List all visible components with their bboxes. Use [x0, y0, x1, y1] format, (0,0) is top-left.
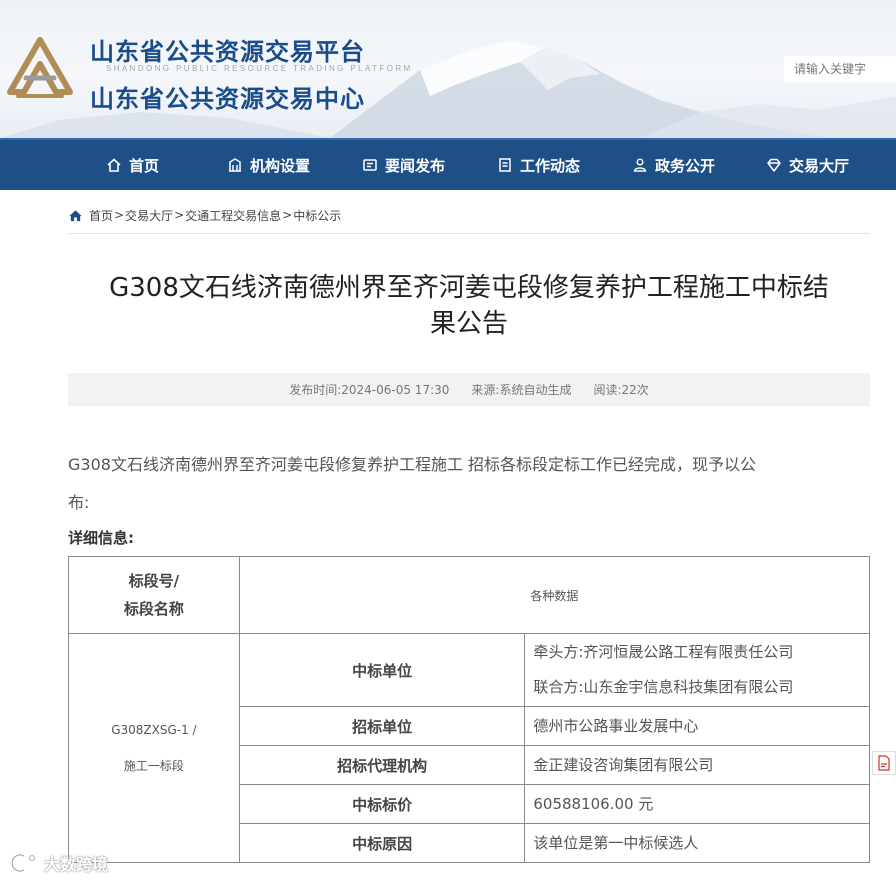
brand-c-icon: [10, 853, 35, 873]
table-row: G308ZXSG-1 / 施工一标段 中标单位 牵头方:齐河恒晟公路工程有限责任…: [68, 633, 870, 863]
nav-item-label: 政务公开: [655, 156, 716, 175]
read-count: 22次: [621, 383, 649, 397]
source-label: 来源:: [471, 383, 500, 397]
read-count-label: 阅读:: [593, 383, 622, 397]
table-header-row: 标段号/ 标段名称 各种数据: [68, 556, 871, 634]
site-title-center: 山东省公共资源交易中心: [90, 85, 365, 113]
pdf-icon: [878, 755, 890, 771]
breadcrumb-trading-hall[interactable]: 交易大厅: [125, 207, 173, 224]
publish-time: 2024-06-05 17:30: [341, 382, 450, 397]
site-subtitle-english: SHANDONG PUBLIC RESOURCE TRADING PLATFOR…: [106, 64, 413, 73]
breadcrumb-award-notice[interactable]: 中标公示: [293, 207, 341, 224]
row-label: 中标原因: [238, 823, 526, 863]
intro-line: 布:: [68, 493, 90, 512]
row-label: 招标单位: [238, 706, 526, 746]
row-value: 该单位是第一中标候选人: [524, 823, 870, 863]
intro-paragraph: G308文石线济南德州界至齐河姜屯段修复养护工程施工 招标各标段定标工作已经完成…: [68, 446, 858, 522]
row-label: 中标单位: [238, 633, 526, 707]
row-value: 60588106.00 元: [524, 784, 870, 824]
winner-lead: 牵头方:齐河恒晟公路工程有限责任公司: [533, 643, 794, 661]
watermark-text: 大数跨境: [44, 855, 109, 874]
nav-item-trading-hall[interactable]: 交易大厅: [766, 140, 849, 190]
site-header: 山东省公共资源交易平台 SHANDONG PUBLIC RESOURCE TRA…: [0, 0, 896, 138]
building-icon: [229, 158, 241, 172]
bid-section-code: G308ZXSG-1 /: [111, 723, 197, 737]
nav-item-work-updates[interactable]: 工作动态: [497, 140, 580, 190]
detail-heading: 详细信息:: [68, 529, 134, 547]
row-value: 德州市公路事业发展中心: [524, 706, 870, 746]
publish-time-label: 发布时间:: [289, 383, 342, 397]
nav-item-label: 机构设置: [250, 156, 311, 175]
award-table: 标段号/ 标段名称 各种数据 G308ZXSG-1 / 施工一标段 中标单位 牵…: [68, 556, 871, 863]
nav-item-news[interactable]: 要闻发布: [362, 140, 445, 190]
row-value: 金正建设咨询集团有限公司: [524, 745, 870, 785]
breadcrumb-traffic-engineering[interactable]: 交通工程交易信息: [185, 207, 281, 224]
divider: [68, 233, 870, 234]
nav-item-label: 首页: [129, 156, 160, 175]
header-text: 标段号/: [128, 572, 180, 590]
site-title-platform: 山东省公共资源交易平台: [90, 38, 365, 66]
nav-item-home[interactable]: 首页: [106, 140, 159, 190]
page-title-line: G308文石线济南德州界至齐河姜屯段修复养护工程施工中标结: [109, 273, 829, 303]
nav-item-label: 要闻发布: [385, 156, 446, 175]
source-value: 系统自动生成: [499, 383, 572, 397]
main-nav: 首页 机构设置 要闻发布 工作动态 政务公开 交易大厅: [0, 138, 896, 190]
bid-section-name: 施工一标段: [123, 759, 184, 773]
winner-partner: 联合方:山东金宇信息科技集团有限公司: [533, 678, 794, 696]
person-icon: [633, 158, 647, 172]
search-input[interactable]: [784, 56, 896, 82]
breadcrumb-separator: >: [282, 208, 293, 222]
news-icon: [363, 159, 377, 171]
page-title-line: 果公告: [429, 309, 508, 339]
breadcrumb: 首页 > 交易大厅 > 交通工程交易信息 > 中标公示: [68, 204, 341, 226]
ribbon-logo-icon: [7, 37, 73, 98]
header-data: 各种数据: [238, 556, 871, 634]
document-icon: [499, 158, 511, 172]
diamond-icon: [767, 158, 781, 172]
nav-item-government-affairs[interactable]: 政务公开: [632, 140, 715, 190]
breadcrumb-separator: >: [114, 208, 125, 222]
floating-tool-button[interactable]: [872, 751, 896, 775]
row-label: 中标标价: [238, 784, 526, 824]
page-title: G308文石线济南德州界至齐河姜屯段修复养护工程施工中标结 果公告: [68, 270, 870, 342]
home-icon: [69, 209, 82, 221]
header-text: 标段名称: [123, 600, 184, 618]
intro-line: G308文石线济南德州界至齐河姜屯段修复养护工程施工 招标各标段定标工作已经完成…: [68, 455, 757, 474]
article-meta: 发布时间: 2024-06-05 17:30 来源: 系统自动生成 阅读: 22…: [68, 373, 870, 406]
bid-section-cell: G308ZXSG-1 / 施工一标段: [68, 633, 240, 863]
home-icon: [107, 158, 121, 172]
breadcrumb-home[interactable]: 首页: [89, 207, 113, 224]
breadcrumb-separator: >: [174, 208, 185, 222]
header-bid-section: 标段号/ 标段名称: [68, 556, 240, 634]
row-label: 招标代理机构: [238, 745, 526, 785]
nav-item-organization[interactable]: 机构设置: [227, 140, 310, 190]
nav-item-label: 交易大厅: [789, 156, 850, 175]
row-value: 牵头方:齐河恒晟公路工程有限责任公司 联合方:山东金宇信息科技集团有限公司: [524, 633, 870, 707]
nav-item-label: 工作动态: [520, 156, 581, 175]
watermark: 大数跨境: [8, 851, 108, 875]
